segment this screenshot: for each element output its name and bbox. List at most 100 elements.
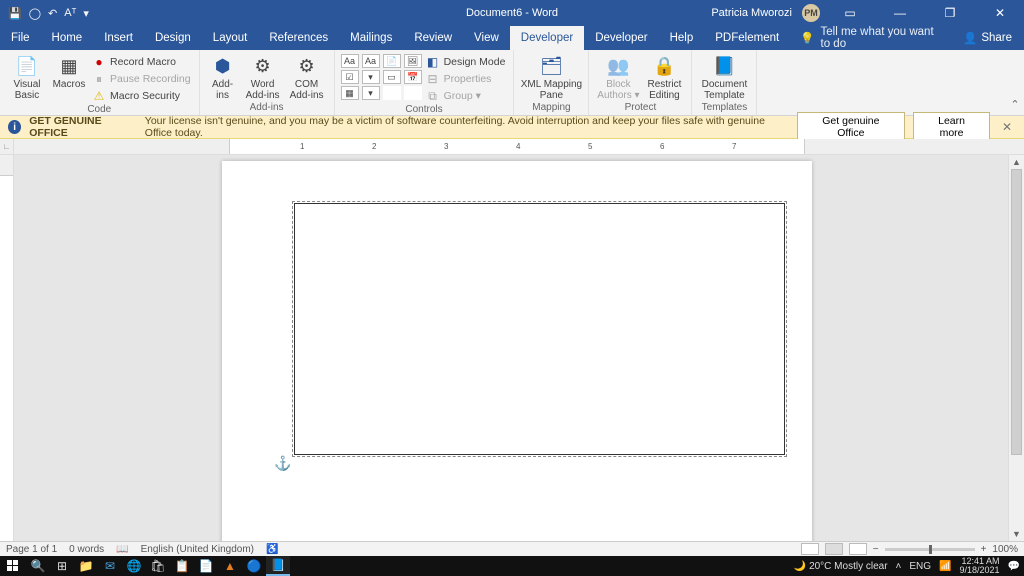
word-addins-button[interactable]: ⚙Word Add-ins bbox=[242, 52, 284, 101]
maximize-button[interactable]: ❐ bbox=[930, 0, 970, 26]
ruler-tick: 7 bbox=[732, 142, 736, 151]
accessibility-icon[interactable]: ♿ bbox=[266, 544, 278, 555]
user-name[interactable]: Patricia Mworozi bbox=[711, 7, 792, 19]
read-mode-button[interactable] bbox=[801, 543, 819, 555]
tab-file[interactable]: File bbox=[0, 26, 41, 50]
addins-button[interactable]: ⬢Add- ins bbox=[206, 52, 240, 101]
text-box-control[interactable] bbox=[292, 201, 787, 457]
touch-mode-icon[interactable]: Aᵀ bbox=[64, 7, 76, 19]
user-avatar[interactable]: PM bbox=[802, 4, 820, 22]
group-icon: ⧉ bbox=[426, 89, 440, 103]
tray-chevron-icon[interactable]: ˄ bbox=[896, 561, 902, 572]
document-template-button[interactable]: 📘Document Template bbox=[698, 52, 750, 101]
app-icon-2[interactable]: 📄 bbox=[194, 556, 218, 576]
web-layout-button[interactable] bbox=[849, 543, 867, 555]
vertical-scrollbar[interactable]: ▲ ▼ bbox=[1008, 155, 1024, 541]
visual-basic-button[interactable]: 📄 Visual Basic bbox=[6, 52, 48, 101]
scroll-up-icon[interactable]: ▲ bbox=[1009, 155, 1024, 169]
store-icon[interactable]: 🛍 bbox=[146, 556, 170, 576]
minimize-button[interactable]: ― bbox=[880, 0, 920, 26]
word-addins-label: Word Add-ins bbox=[246, 79, 280, 101]
design-mode-button[interactable]: ◧ Design Mode bbox=[424, 54, 508, 70]
print-layout-button[interactable] bbox=[825, 543, 843, 555]
design-mode-label: Design Mode bbox=[444, 56, 506, 68]
tab-developer-2[interactable]: Developer bbox=[584, 26, 658, 50]
spellcheck-icon[interactable]: 📖 bbox=[116, 544, 128, 555]
notifications-icon[interactable]: 💬 bbox=[1008, 561, 1020, 572]
word-taskbar-icon[interactable]: 📘 bbox=[266, 556, 290, 576]
xml-mapping-button[interactable]: 🗂XML Mapping Pane bbox=[520, 52, 582, 101]
get-genuine-button[interactable]: Get genuine Office bbox=[797, 112, 906, 142]
zoom-out-button[interactable]: − bbox=[873, 544, 879, 555]
restrict-editing-button[interactable]: 🔒Restrict Editing bbox=[643, 52, 685, 101]
app-icon-1[interactable]: 📋 bbox=[170, 556, 194, 576]
zoom-level[interactable]: 100% bbox=[992, 544, 1018, 555]
wifi-icon[interactable]: 📶 bbox=[939, 561, 951, 572]
learn-more-button[interactable]: Learn more bbox=[913, 112, 990, 142]
undo-icon[interactable]: ↶ bbox=[48, 7, 57, 20]
vertical-ruler[interactable] bbox=[0, 155, 14, 541]
com-addins-label: COM Add-ins bbox=[290, 79, 324, 101]
zoom-in-button[interactable]: + bbox=[981, 544, 987, 555]
horizontal-ruler[interactable]: 1 2 3 4 5 6 7 bbox=[14, 139, 1024, 154]
chrome-icon[interactable]: 🔵 bbox=[242, 556, 266, 576]
design-mode-icon: ◧ bbox=[426, 55, 440, 69]
mail-icon[interactable]: ✉ bbox=[98, 556, 122, 576]
document-canvas[interactable]: ⚓ bbox=[14, 155, 1008, 541]
warning-title: GET GENUINE OFFICE bbox=[29, 115, 137, 139]
anchor-icon: ⚓ bbox=[274, 455, 291, 472]
tab-references[interactable]: References bbox=[258, 26, 339, 50]
input-language[interactable]: ENG bbox=[909, 561, 931, 572]
tab-mailings[interactable]: Mailings bbox=[339, 26, 403, 50]
system-clock[interactable]: 12:41 AM 9/18/2021 bbox=[960, 557, 1000, 575]
security-icon: ⚠ bbox=[92, 89, 106, 103]
windows-taskbar: 🔍 ⊞ 📁 ✉ 🌐 🛍 📋 📄 ▲ 🔵 📘 🌙 20°C Mostly clea… bbox=[0, 556, 1024, 576]
vlc-icon[interactable]: ▲ bbox=[218, 556, 242, 576]
tab-pdfelement[interactable]: PDFelement bbox=[704, 26, 790, 50]
macro-security-button[interactable]: ⚠Macro Security bbox=[90, 88, 193, 104]
pause-icon: ⏸ bbox=[92, 72, 106, 86]
autosave-icon[interactable]: ◯ bbox=[29, 7, 41, 20]
share-label: Share bbox=[981, 32, 1012, 44]
edge-icon[interactable]: 🌐 bbox=[122, 556, 146, 576]
tab-home[interactable]: Home bbox=[41, 26, 94, 50]
block-authors-button: 👥Block Authors ▾ bbox=[595, 52, 641, 101]
tab-design[interactable]: Design bbox=[144, 26, 202, 50]
tab-view[interactable]: View bbox=[463, 26, 510, 50]
page-count[interactable]: Page 1 of 1 bbox=[6, 544, 57, 555]
ribbon-display-options-icon[interactable]: ▭ bbox=[830, 0, 870, 26]
tab-layout[interactable]: Layout bbox=[202, 26, 259, 50]
task-view-icon[interactable]: ⊞ bbox=[50, 556, 74, 576]
control-gallery[interactable]: AaAa📄🖼 ☑▾▭📅 ▦▾ bbox=[341, 52, 422, 100]
tell-me-label: Tell me what you want to do bbox=[821, 26, 941, 50]
ribbon-tabs: File Home Insert Design Layout Reference… bbox=[0, 26, 1024, 50]
customize-qat-icon[interactable]: ▾ bbox=[83, 7, 89, 20]
ribbon-body: 📄 Visual Basic ▦ Macros ●Record Macro ⏸P… bbox=[0, 50, 1024, 116]
scroll-down-icon[interactable]: ▼ bbox=[1009, 527, 1024, 541]
file-explorer-icon[interactable]: 📁 bbox=[74, 556, 98, 576]
tab-insert[interactable]: Insert bbox=[93, 26, 144, 50]
weather-widget[interactable]: 🌙 20°C Mostly clear bbox=[794, 561, 888, 572]
group-label: Group ▾ bbox=[444, 90, 481, 102]
dismiss-warning-button[interactable]: ✕ bbox=[998, 120, 1016, 134]
macros-button[interactable]: ▦ Macros bbox=[50, 52, 88, 90]
share-button[interactable]: 👤 Share bbox=[951, 26, 1024, 50]
language-status[interactable]: English (United Kingdom) bbox=[141, 544, 254, 555]
start-button[interactable] bbox=[0, 560, 26, 572]
search-icon[interactable]: 🔍 bbox=[26, 556, 50, 576]
com-addins-button[interactable]: ⚙COM Add-ins bbox=[286, 52, 328, 101]
collapse-ribbon-button[interactable]: ⌃ bbox=[1006, 50, 1024, 115]
addins-icon: ⬢ bbox=[211, 54, 235, 78]
tab-review[interactable]: Review bbox=[403, 26, 463, 50]
page[interactable]: ⚓ bbox=[222, 161, 812, 541]
tab-help[interactable]: Help bbox=[659, 26, 705, 50]
word-count[interactable]: 0 words bbox=[69, 544, 104, 555]
tab-developer[interactable]: Developer bbox=[510, 26, 584, 50]
close-button[interactable]: ✕ bbox=[980, 0, 1020, 26]
tell-me-search[interactable]: 💡 Tell me what you want to do bbox=[790, 26, 951, 50]
scroll-thumb[interactable] bbox=[1011, 169, 1022, 455]
record-macro-button[interactable]: ●Record Macro bbox=[90, 54, 193, 70]
save-icon[interactable]: 💾 bbox=[8, 7, 22, 20]
group-addins-label: Add-ins bbox=[206, 102, 328, 115]
zoom-slider[interactable] bbox=[885, 548, 975, 551]
